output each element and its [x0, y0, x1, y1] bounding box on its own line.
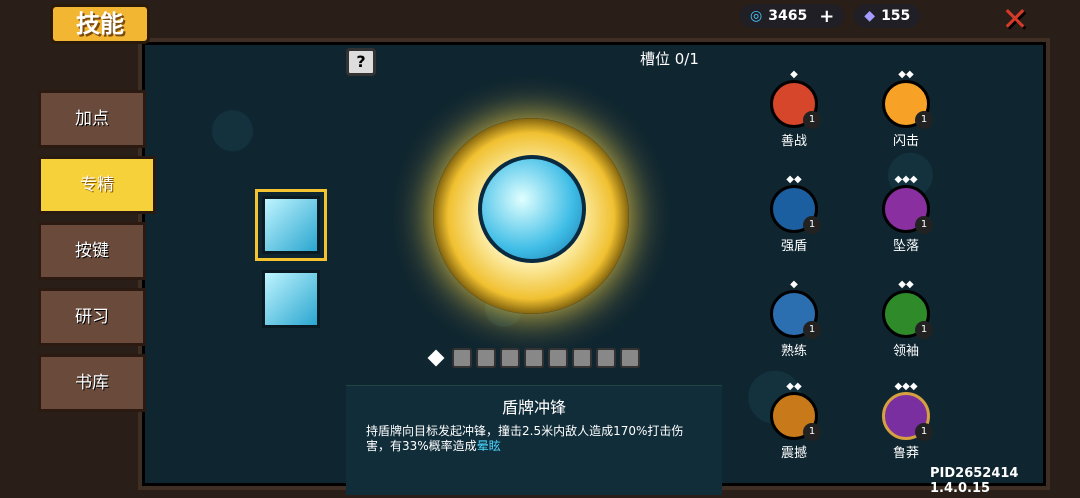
sidebar: 加点 专精 按键 研习 书库 [38, 90, 156, 420]
talent-reckless[interactable]: ◆◆◆ 1 鲁莽 [878, 382, 934, 461]
page-title: 技能 [50, 4, 150, 44]
currency-bar: ◎ 3465 + ◆ 155 [740, 4, 921, 28]
leader-icon: 1 [882, 290, 933, 339]
talent-proficiency[interactable]: ◆ 1 熟练 [766, 280, 822, 359]
crystal-count: 155 [881, 8, 911, 24]
talent-flash-strike[interactable]: ◆◆ 1 闪击 [878, 70, 934, 149]
skill-description: 持盾牌向目标发起冲锋，撞击2.5米内敌人造成170%打击伤害，有33%概率造成晕… [346, 418, 722, 460]
skill-card-shield-charge[interactable] [255, 189, 327, 261]
crystal-icon: ◆ [864, 8, 876, 24]
sidebar-item-keybinds[interactable]: 按键 [38, 222, 146, 280]
shield-charge-icon[interactable] [478, 155, 586, 263]
add-gems-button[interactable]: + [819, 6, 834, 27]
burst-icon: 1 [882, 80, 933, 129]
talent-shock[interactable]: ◆◆ 1 震撼 [766, 382, 822, 461]
lock-icon [572, 348, 592, 368]
gems-display: ◎ 3465 + [740, 4, 845, 28]
falling-icon: 1 [882, 185, 933, 234]
gem-count: 3465 [768, 8, 808, 24]
reckless-icon: 1 [882, 392, 933, 441]
talent-leader[interactable]: ◆◆ 1 领袖 [878, 280, 934, 359]
lock-icon [476, 348, 496, 368]
current-level-icon [427, 349, 445, 367]
sidebar-item-add-points[interactable]: 加点 [38, 90, 146, 148]
lock-icon [452, 348, 472, 368]
lock-icon [596, 348, 616, 368]
crossed-swords-icon: 1 [770, 80, 821, 129]
shockwave-icon: 1 [770, 392, 821, 441]
version-label: PID2652414 1.4.0.15 [930, 466, 1019, 496]
lock-icon [620, 348, 640, 368]
upgrade-slots [427, 348, 640, 368]
help-button[interactable]: ? [346, 48, 376, 76]
sidebar-item-study[interactable]: 研习 [38, 288, 146, 346]
talent-veteran[interactable]: ◆ 1 善战 [766, 70, 822, 149]
crystal-display: ◆ 155 [854, 4, 921, 28]
skill-card-secondary[interactable] [262, 270, 320, 328]
slot-indicator: 槽位 0/1 [640, 50, 699, 68]
skill-name: 盾牌冲锋 [501, 398, 566, 417]
sidebar-item-library[interactable]: 书库 [38, 354, 146, 412]
gem-icon: ◎ [750, 8, 763, 24]
hourglass-icon: 1 [770, 290, 821, 339]
lock-icon [500, 348, 520, 368]
shield-arrow-icon: 1 [770, 185, 821, 234]
close-button[interactable]: ✕ [1000, 3, 1030, 35]
lock-icon [548, 348, 568, 368]
talent-strong-shield[interactable]: ◆◆ 1 强盾 [766, 175, 822, 254]
skill-desc-highlight: 晕眩 [476, 439, 501, 453]
talent-fall[interactable]: ◆◆◆ 1 坠落 [878, 175, 934, 254]
skill-desc-text: 持盾牌向目标发起冲锋，撞击2.5米内敌人造成170%打击伤害，有33%概率造成 [366, 424, 684, 453]
sidebar-item-mastery[interactable]: 专精 [38, 156, 156, 214]
lock-icon [524, 348, 544, 368]
skill-description-box: 盾牌冲锋 持盾牌向目标发起冲锋，撞击2.5米内敌人造成170%打击伤害，有33%… [346, 385, 722, 495]
